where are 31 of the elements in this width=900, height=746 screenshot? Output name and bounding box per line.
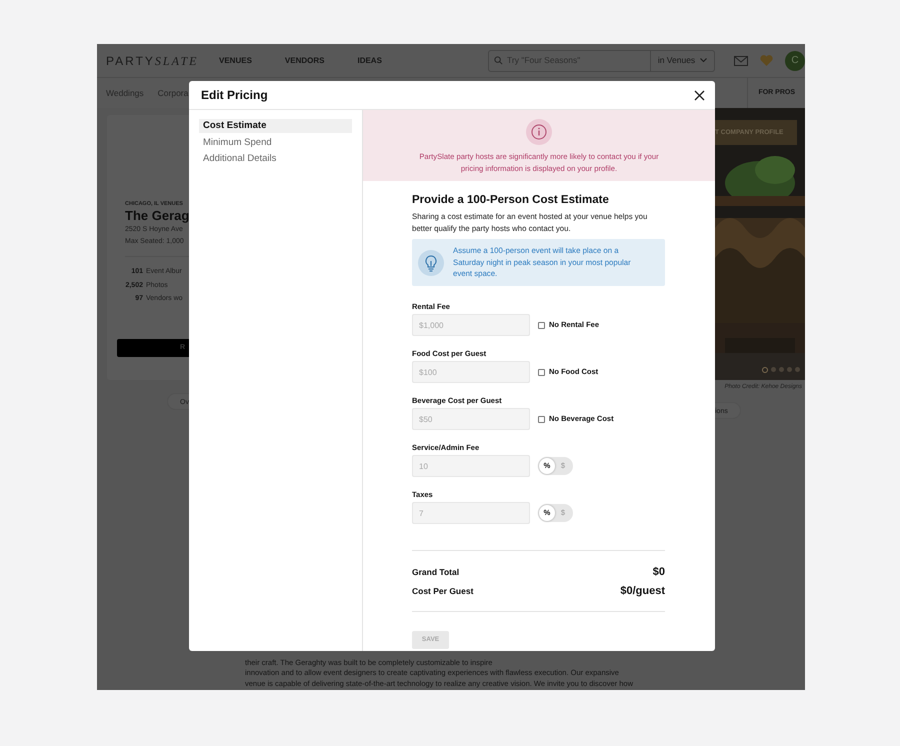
scope-dropdown[interactable]: in Venues (651, 50, 715, 72)
section-heading: Provide a 100-Person Cost Estimate (412, 193, 610, 207)
amount-field[interactable]: $100 (412, 361, 530, 383)
total-label: Grand Total (412, 566, 460, 579)
logo[interactable]: PARTY SLATE (106, 52, 219, 70)
amount-field[interactable]: $1,000 (412, 314, 530, 336)
nav-link[interactable]: VENUES (219, 54, 252, 66)
amount-field[interactable]: $50 (412, 408, 530, 430)
sidebar-item[interactable]: Additional Details (199, 152, 352, 166)
amount-field[interactable]: 10 (412, 455, 530, 477)
sidebar-item[interactable]: Minimum Spend (199, 136, 352, 150)
total-label: Cost Per Guest (412, 584, 474, 598)
checkbox[interactable] (538, 368, 545, 376)
total-value: $0/guest (620, 584, 665, 598)
lightbulb-icon (418, 250, 444, 276)
nav-link[interactable]: IDEAS (357, 54, 382, 66)
dialog-title: Edit Pricing (201, 87, 268, 104)
checkbox[interactable] (538, 322, 545, 328)
checkbox[interactable] (538, 416, 545, 422)
chevron-down-icon (700, 58, 708, 63)
total-value: $0 (652, 565, 665, 580)
search-icon (494, 56, 503, 65)
sidebar-item[interactable]: Cost Estimate (199, 119, 352, 133)
avatar[interactable]: C (785, 50, 805, 70)
amount-field[interactable]: 7 (412, 502, 530, 524)
venue-name: The Gerag (125, 208, 190, 224)
heart-icon[interactable] (760, 55, 773, 66)
mail-icon[interactable] (734, 56, 748, 66)
close-icon[interactable] (694, 90, 705, 100)
nav-link[interactable]: VENDORS (284, 54, 324, 66)
info-icon (526, 119, 552, 145)
